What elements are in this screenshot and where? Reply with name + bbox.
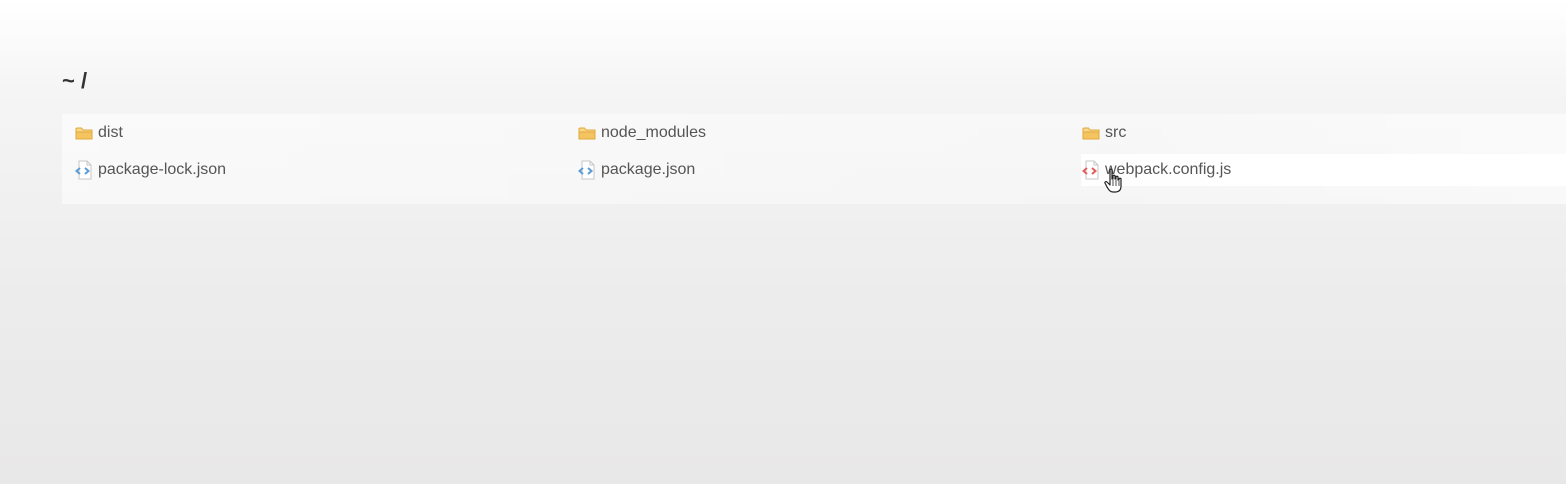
file-name: node_modules [601, 124, 706, 141]
json-file-icon [577, 160, 597, 180]
directory-listing: ~ / dist node_modules src package-lock.j… [62, 68, 1566, 204]
list-item-package-json[interactable]: package.json [577, 154, 1067, 186]
folder-icon [577, 123, 597, 143]
list-item-node-modules[interactable]: node_modules [577, 117, 1067, 149]
folder-icon [1081, 123, 1101, 143]
file-name: dist [98, 124, 123, 141]
list-item-dist[interactable]: dist [74, 117, 564, 149]
js-file-icon [1081, 160, 1101, 180]
file-name: package-lock.json [98, 161, 227, 178]
file-name: package.json [601, 161, 696, 178]
file-name: webpack.config.js [1105, 161, 1232, 178]
list-item-src[interactable]: src [1081, 117, 1566, 149]
list-item-webpack-config-js[interactable]: webpack.config.js [1081, 154, 1566, 186]
page-title: ~ / [62, 68, 88, 93]
folder-icon [74, 123, 94, 143]
json-file-icon [74, 160, 94, 180]
file-list: dist node_modules src package-lock.json … [62, 114, 1566, 204]
file-name: src [1105, 124, 1127, 141]
list-item-package-lock-json[interactable]: package-lock.json [74, 154, 564, 186]
